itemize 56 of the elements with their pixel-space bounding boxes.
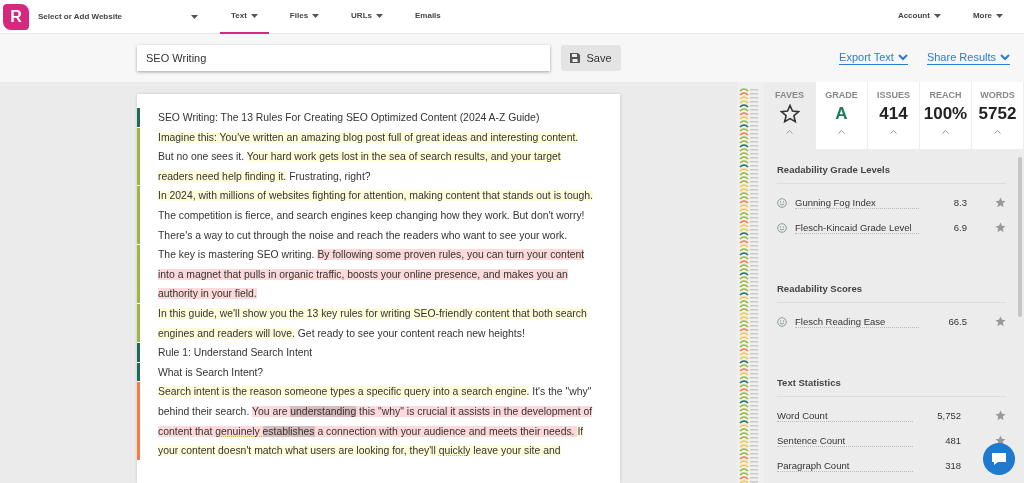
score-tab[interactable]: WORDS 5752 (972, 82, 1024, 149)
metric-value: 8.3 (952, 197, 967, 208)
metric-value: 66.5 (947, 316, 967, 327)
paragraph-text: What is Search Intent? (157, 365, 265, 380)
chevron-up-icon (994, 130, 1001, 134)
chat-bubble-icon (991, 452, 1007, 466)
nav-menu[interactable]: Account (886, 0, 952, 34)
chevron-down-icon (897, 53, 908, 61)
caret-icon (933, 13, 941, 18)
metric-label[interactable]: Flesch Reading Ease (795, 315, 919, 328)
metric-label[interactable]: Word Count (777, 409, 913, 422)
metric-label[interactable]: Gunning Fog Index (795, 196, 919, 209)
star-icon (995, 410, 1006, 421)
nav-tab[interactable]: Files (278, 0, 331, 34)
score-tab[interactable]: REACH 100% (920, 82, 972, 149)
metric-value: 481 (944, 435, 961, 446)
dropdown-link[interactable]: Export Text (839, 51, 908, 65)
metric-value: 5,752 (936, 410, 961, 421)
section-heading: Readability Grade Levels (777, 159, 1006, 184)
save-button[interactable]: Save (561, 45, 621, 71)
chevron-up-icon (838, 130, 845, 134)
paragraph-text: Imagine this: You've written an amazing blog post full of great ideas and interesting content. But no one sees it. Your hard work gets lost in the sea of search results, and your target readers need help finding it. Frustrating, right? (157, 130, 580, 184)
caret-icon (996, 13, 1003, 18)
star-icon (995, 316, 1006, 327)
metric-value: 318 (944, 460, 961, 471)
chevron-down-icon (1000, 53, 1010, 61)
star-icon (995, 222, 1006, 233)
website-select[interactable]: Select or Add Website (38, 12, 198, 21)
paragraph-text: Search intent is the reason someone types a specific query into a search engine. It's the "why" behind their search. You are understanding this "why" is crucial it assists in the development of content that genuinely establishes a connection with your audience and meets their needs. If your content doesn't match what users are looking for, they'll quickly leave your site and (157, 385, 594, 459)
nav-tab[interactable]: URLs (340, 0, 394, 34)
paragraph-text: Rule 1: Understand Search Intent (157, 346, 314, 361)
section-heading: Text Statistics (777, 372, 1006, 397)
metric-label[interactable]: Sentence Count (777, 434, 913, 447)
paragraph-text: The key is mastering SEO writing. By following some proven rules, you can turn your content into a magnet that pulls in organic traffic, boosts your online presence, and makes you an authority in your field. (157, 248, 586, 302)
score-tab[interactable]: GRADE A (816, 82, 868, 149)
chat-button[interactable] (983, 443, 1015, 475)
section-heading: Readability Scores (777, 278, 1006, 303)
title-field[interactable]: SEO Writing (137, 45, 550, 71)
caret-icon (191, 14, 198, 19)
chevron-up-icon (890, 130, 897, 134)
nav-tab[interactable]: Emails (404, 0, 452, 34)
scrollbar-thumb[interactable] (1018, 157, 1022, 317)
metric-value: 6.9 (952, 222, 967, 233)
star-outline-icon (779, 104, 800, 124)
star-icon (995, 197, 1006, 208)
chevron-up-icon (942, 130, 949, 134)
app-logo[interactable]: R (3, 3, 29, 30)
paragraph-text: SEO Writing: The 13 Rules For Creating SEO Optimized Content (2024 A-Z Guide) (157, 111, 541, 125)
nav-menu[interactable]: More (961, 0, 1014, 34)
paragraph-text: In 2024, with millions of websites fighting for attention, making content that stands out is tough. The competition is fierce, and search engines keep changing how they work. But don't worry! There's a way to cut through the noise and reach the readers who want to see your work. (157, 189, 594, 243)
metric-label[interactable]: Flesch-Kincaid Grade Level (795, 221, 919, 234)
metric-label[interactable]: Paragraph Count (777, 459, 913, 472)
paragraph-text: In this guide, we'll show you the 13 key rules for writing SEO-friendly content that both search engines and readers will love. Get ready to see your content reach new heights! (157, 306, 588, 341)
dropdown-link[interactable]: Share Results (926, 51, 1010, 65)
score-tab[interactable]: ISSUES 414 (868, 82, 920, 149)
chevron-up-icon (786, 130, 793, 134)
